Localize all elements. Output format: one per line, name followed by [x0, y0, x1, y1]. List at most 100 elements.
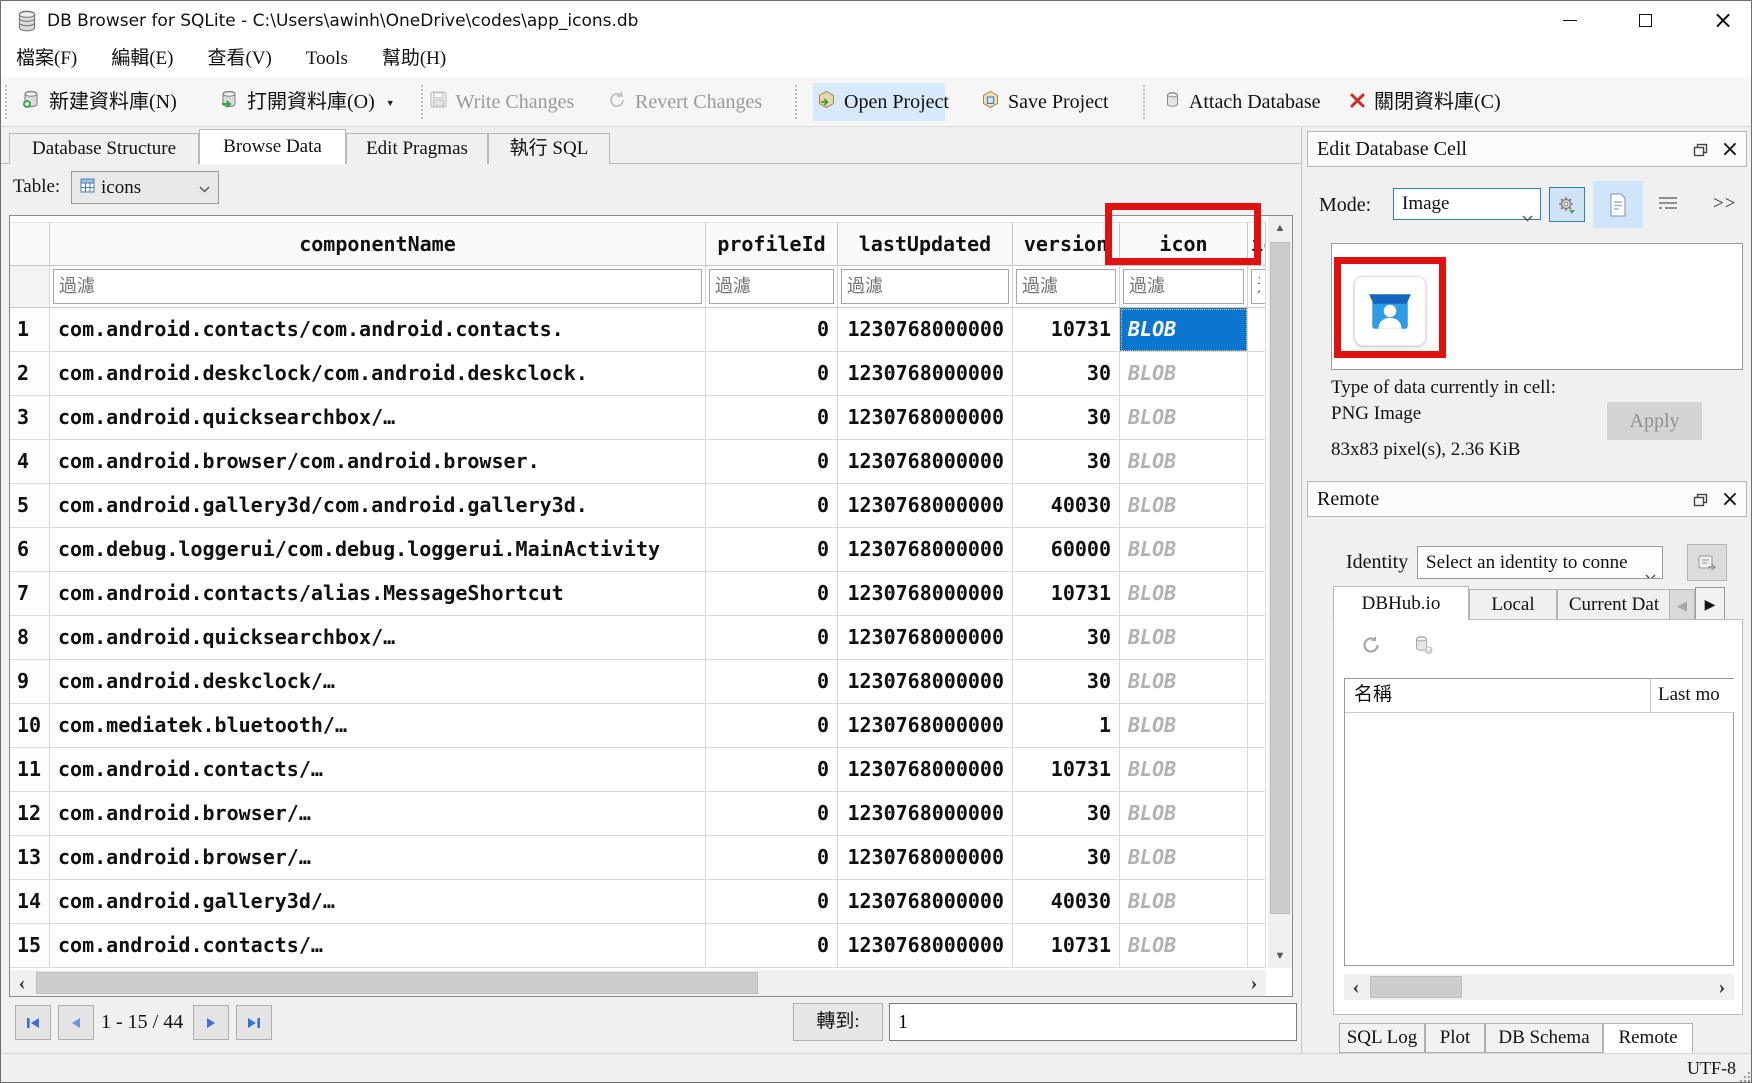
minimize-button[interactable] — [1544, 1, 1596, 39]
icon-cell[interactable]: BLOB — [1120, 704, 1248, 748]
save-project-button[interactable]: Save Project — [981, 83, 1109, 121]
componentname-cell[interactable]: com.android.deskclock/… — [50, 660, 706, 704]
menu-item-help[interactable]: 幫助(H) — [367, 41, 461, 77]
icon-cell[interactable]: BLOB — [1120, 924, 1248, 968]
icon-cell[interactable]: BLOB — [1120, 660, 1248, 704]
horizontal-scrollbar-thumb[interactable] — [36, 972, 758, 994]
version-cell[interactable]: 40030 — [1013, 880, 1120, 924]
column-header-profileid[interactable]: profileId — [706, 222, 838, 266]
float-panel-button[interactable] — [1686, 487, 1714, 513]
profileid-cell[interactable]: 0 — [706, 924, 838, 968]
tab-browse-data[interactable]: Browse Data — [199, 129, 346, 164]
row-number-cell[interactable]: 10 — [10, 704, 50, 748]
row-number-cell[interactable]: 1 — [10, 308, 50, 352]
icon-cell[interactable]: BLOB — [1120, 484, 1248, 528]
componentname-cell[interactable]: com.android.contacts/… — [50, 748, 706, 792]
maximize-button[interactable] — [1619, 1, 1671, 39]
partial-cell[interactable] — [1248, 924, 1266, 968]
table-selector[interactable]: icons — [71, 171, 219, 204]
profileid-cell[interactable]: 0 — [706, 484, 838, 528]
lastupdated-cell[interactable]: 1230768000000 — [838, 704, 1013, 748]
float-panel-button[interactable] — [1686, 137, 1714, 163]
tab-edit-pragmas[interactable]: Edit Pragmas — [346, 133, 488, 164]
partial-cell[interactable] — [1248, 836, 1266, 880]
icon-cell[interactable]: BLOB — [1120, 880, 1248, 924]
goto-button[interactable]: 轉到: — [793, 1003, 883, 1041]
componentname-cell[interactable]: com.debug.loggerui/com.debug.loggerui.Ma… — [50, 528, 706, 572]
remote-upload-button[interactable] — [1412, 634, 1434, 661]
vertical-scrollbar-thumb[interactable] — [1270, 242, 1290, 914]
partial-cell[interactable] — [1248, 352, 1266, 396]
first-record-button[interactable] — [15, 1005, 51, 1040]
version-cell[interactable]: 40030 — [1013, 484, 1120, 528]
version-cell[interactable]: 60000 — [1013, 528, 1120, 572]
goto-input[interactable] — [889, 1003, 1297, 1041]
horizontal-scrollbar[interactable]: ‹ › — [10, 970, 1266, 996]
write-changes-button[interactable]: Write Changes — [429, 83, 574, 121]
dock-tab-db-schema[interactable]: DB Schema — [1485, 1023, 1603, 1053]
componentname-cell[interactable]: com.mediatek.bluetooth/… — [50, 704, 706, 748]
remote-tab-local[interactable]: Local — [1469, 589, 1557, 620]
componentname-cell[interactable]: com.android.contacts/com.android.contact… — [50, 308, 706, 352]
profileid-cell[interactable]: 0 — [706, 704, 838, 748]
new-database-button[interactable]: 新建資料庫(N) — [21, 83, 177, 121]
remote-scrollbar-thumb[interactable] — [1370, 976, 1462, 998]
remote-refresh-button[interactable] — [1360, 634, 1382, 661]
menu-item-view[interactable]: 查看(V) — [193, 41, 287, 77]
revert-changes-button[interactable]: Revert Changes — [608, 83, 762, 121]
last-record-button[interactable] — [236, 1005, 272, 1040]
lastupdated-cell[interactable]: 1230768000000 — [838, 924, 1013, 968]
profileid-cell[interactable]: 0 — [706, 572, 838, 616]
partial-cell[interactable] — [1248, 880, 1266, 924]
partial-cell[interactable] — [1248, 704, 1266, 748]
identity-select[interactable]: Select an identity to conne — [1417, 546, 1663, 579]
lastupdated-cell[interactable]: 1230768000000 — [838, 440, 1013, 484]
lastupdated-cell[interactable]: 1230768000000 — [838, 880, 1013, 924]
row-number-cell[interactable]: 14 — [10, 880, 50, 924]
version-cell[interactable]: 10731 — [1013, 572, 1120, 616]
lastupdated-cell[interactable]: 1230768000000 — [838, 616, 1013, 660]
lastupdated-cell[interactable]: 1230768000000 — [838, 528, 1013, 572]
version-cell[interactable]: 30 — [1013, 616, 1120, 660]
word-wrap-button[interactable] — [1653, 191, 1683, 217]
row-number-cell[interactable]: 12 — [10, 792, 50, 836]
remote-horizontal-scrollbar[interactable]: ‹ › — [1344, 974, 1734, 1000]
close-panel-button[interactable]: × — [1716, 137, 1744, 163]
componentname-cell[interactable]: com.android.gallery3d/… — [50, 880, 706, 924]
row-number-cell[interactable]: 13 — [10, 836, 50, 880]
scroll-down-button[interactable]: ▼ — [1268, 944, 1292, 968]
profileid-cell[interactable]: 0 — [706, 396, 838, 440]
lastupdated-cell[interactable]: 1230768000000 — [838, 352, 1013, 396]
filter-input-partial[interactable] — [1251, 269, 1265, 304]
icon-cell[interactable]: BLOB — [1120, 836, 1248, 880]
filter-input-icon[interactable] — [1123, 269, 1244, 304]
componentname-cell[interactable]: com.android.browser/… — [50, 792, 706, 836]
close-button[interactable]: × — [1697, 1, 1749, 39]
profileid-cell[interactable]: 0 — [706, 616, 838, 660]
version-cell[interactable]: 30 — [1013, 836, 1120, 880]
row-number-cell[interactable]: 3 — [10, 396, 50, 440]
panel-overflow-button[interactable]: >> — [1713, 193, 1736, 215]
profileid-cell[interactable]: 0 — [706, 880, 838, 924]
scroll-up-button[interactable]: ▲ — [1268, 216, 1292, 240]
filter-input-componentname[interactable] — [53, 269, 702, 304]
remote-tab-current-database[interactable]: Current Dat — [1557, 589, 1671, 620]
scroll-left-button[interactable]: ‹ — [10, 970, 34, 996]
partial-cell[interactable] — [1248, 660, 1266, 704]
version-cell[interactable]: 30 — [1013, 792, 1120, 836]
icon-cell[interactable]: BLOB — [1120, 440, 1248, 484]
partial-cell[interactable] — [1248, 396, 1266, 440]
row-number-cell[interactable]: 7 — [10, 572, 50, 616]
menu-item-tools[interactable]: Tools — [291, 41, 363, 77]
partial-cell[interactable] — [1248, 440, 1266, 484]
tab-execute-sql[interactable]: 執行 SQL — [488, 133, 610, 164]
column-header-componentname[interactable]: componentName — [50, 222, 706, 266]
profileid-cell[interactable]: 0 — [706, 836, 838, 880]
partial-cell[interactable] — [1248, 528, 1266, 572]
version-cell[interactable]: 10731 — [1013, 924, 1120, 968]
componentname-cell[interactable]: com.android.contacts/… — [50, 924, 706, 968]
row-number-cell[interactable]: 15 — [10, 924, 50, 968]
import-export-button[interactable] — [1549, 187, 1585, 222]
partial-cell[interactable] — [1248, 616, 1266, 660]
lastupdated-cell[interactable]: 1230768000000 — [838, 308, 1013, 352]
